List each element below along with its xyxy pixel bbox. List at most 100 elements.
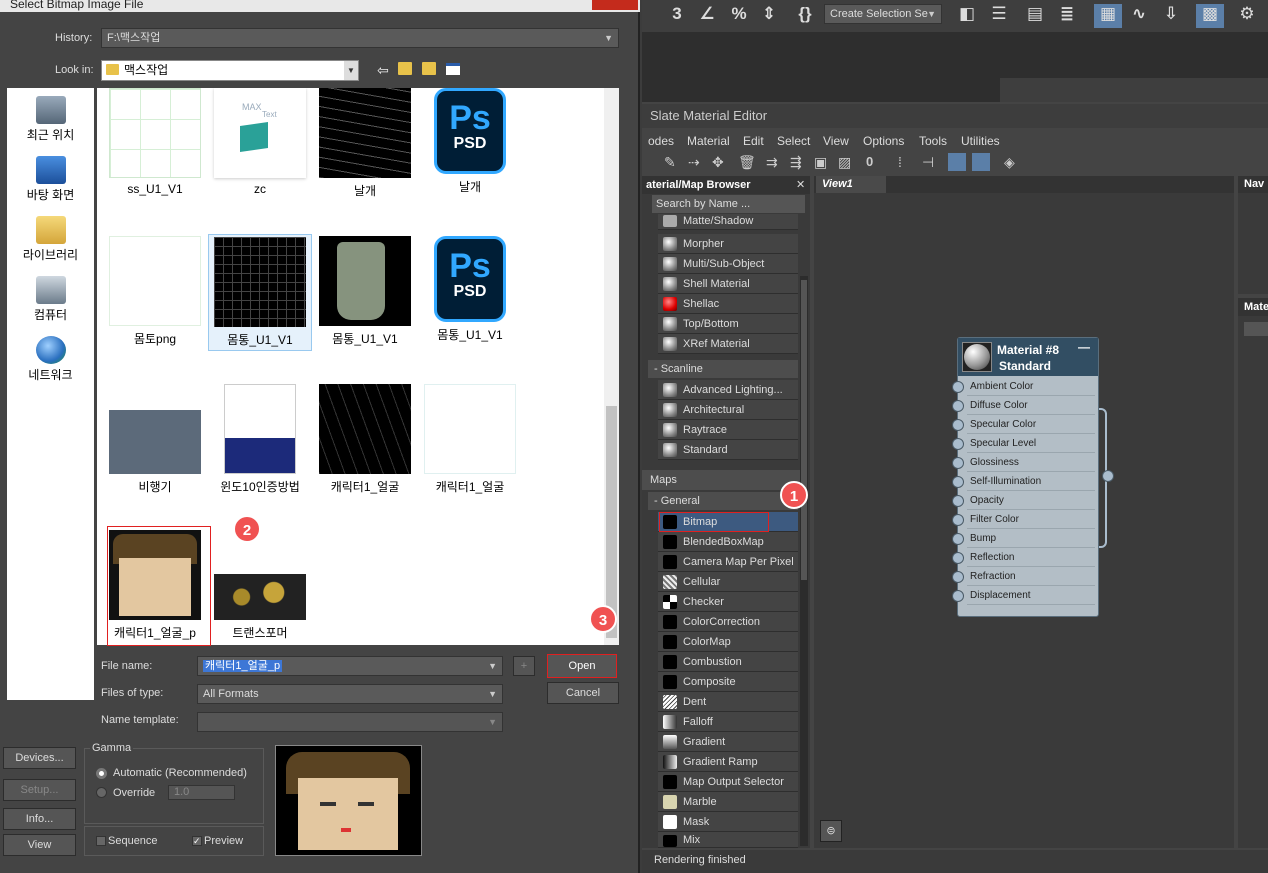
show-map-icon[interactable]: ▣ <box>814 154 827 171</box>
material-node-header[interactable]: Material #8 Standard — <box>958 338 1098 376</box>
browser-item[interactable]: Gradient Ramp <box>658 752 798 772</box>
dialog-close-button[interactable] <box>592 0 638 10</box>
input-socket[interactable] <box>952 400 964 412</box>
assign-icon[interactable]: ⇢ <box>688 154 700 171</box>
file-item-selected[interactable]: 몸통_U1_V1 <box>208 234 312 351</box>
filename-input[interactable]: 캐릭터1_얼굴_p ▼ <box>197 656 503 676</box>
back-arrow-icon[interactable]: ⇦ <box>377 62 389 79</box>
zero-icon[interactable]: 0 <box>866 154 873 169</box>
browser-item[interactable]: Multi/Sub-Object <box>658 254 798 274</box>
menu-modes[interactable]: odes <box>648 131 674 151</box>
menu-options[interactable]: Options <box>863 131 904 151</box>
place-libraries[interactable]: 라이브러리 <box>7 216 94 263</box>
browser-item[interactable]: Morpher <box>658 234 798 254</box>
new-folder-icon[interactable] <box>422 62 436 75</box>
browser-item[interactable]: XRef Material <box>658 334 798 354</box>
up-folder-icon[interactable] <box>398 62 412 75</box>
browser-item[interactable]: Shellac <box>658 294 798 314</box>
slot-filter-color[interactable]: Filter Color <box>967 511 1095 529</box>
devices-button[interactable]: Devices... <box>3 747 76 769</box>
background-icon[interactable]: ▨ <box>838 154 851 171</box>
browser-item[interactable]: Composite <box>658 672 798 692</box>
menu-utilities[interactable]: Utilities <box>961 131 1000 151</box>
browser-item[interactable]: Cellular <box>658 572 798 592</box>
input-socket[interactable] <box>952 381 964 393</box>
input-socket[interactable] <box>952 438 964 450</box>
override-spinner[interactable]: 1.0 <box>168 785 235 800</box>
slot-displacement[interactable]: Displacement <box>967 587 1095 605</box>
browser-item[interactable]: Dent <box>658 692 798 712</box>
general-section[interactable]: - General <box>648 492 798 510</box>
input-socket[interactable] <box>952 552 964 564</box>
file-item[interactable]: 날개 <box>313 88 417 199</box>
slot-refraction[interactable]: Refraction <box>967 568 1095 586</box>
parameter-field[interactable] <box>1244 322 1268 336</box>
slot-specular-color[interactable]: Specular Color <box>967 416 1095 434</box>
menu-material[interactable]: Material <box>687 131 730 151</box>
delete-icon[interactable]: 🗑 <box>738 154 756 171</box>
nametemplate-dropdown[interactable]: ▼ <box>197 712 503 732</box>
slot-ambient[interactable]: Ambient Color <box>967 378 1095 396</box>
slot-diffuse[interactable]: Diffuse Color <box>967 397 1095 415</box>
browser-item[interactable]: Camera Map Per Pixel <box>658 552 798 572</box>
automatic-radio[interactable] <box>96 768 107 779</box>
browser-item[interactable]: Mask <box>658 812 798 832</box>
file-item[interactable]: 트랜스포머 <box>208 530 312 641</box>
lookin-dropdown[interactable]: 맥스작업 ▼ <box>101 60 359 81</box>
create-selection-set-dropdown[interactable]: Create Selection Se ▼ <box>824 4 942 24</box>
eyedropper-icon[interactable]: ✎ <box>664 154 676 171</box>
input-socket[interactable] <box>952 476 964 488</box>
history-dropdown[interactable]: F:\맥스작업 ▼ <box>101 28 619 48</box>
browser-item[interactable]: BlendedBoxMap <box>658 532 798 552</box>
browser-item[interactable]: Top/Bottom <box>658 314 798 334</box>
plus-button[interactable]: + <box>513 656 535 676</box>
select-by-material-icon[interactable]: ◈ <box>1004 154 1015 171</box>
view-menu-icon[interactable] <box>446 63 460 75</box>
menu-select[interactable]: Select <box>777 131 810 151</box>
place-network[interactable]: 네트워크 <box>7 336 94 383</box>
spinner-snap-icon[interactable]: ⇕ <box>756 4 782 28</box>
slot-bump[interactable]: Bump <box>967 530 1095 548</box>
input-socket[interactable] <box>952 533 964 545</box>
slot-self-illumination[interactable]: Self-Illumination <box>967 473 1095 491</box>
layout-children-icon[interactable]: ⊣ <box>922 154 934 171</box>
close-icon[interactable]: ✕ <box>796 178 805 191</box>
scene-explorer-icon[interactable]: ▤ <box>1022 4 1048 28</box>
browser-item[interactable]: Checker <box>658 592 798 612</box>
mirror-icon[interactable]: ◧ <box>954 4 980 28</box>
browser-item[interactable]: Matte/Shadow <box>658 214 798 230</box>
info-button[interactable]: Info... <box>3 808 76 830</box>
collapse-icon[interactable]: — <box>1078 340 1090 354</box>
place-recent[interactable]: 최근 위치 <box>7 96 94 143</box>
render-setup-icon[interactable]: ⚙ <box>1234 4 1260 28</box>
place-desktop[interactable]: 바탕 화면 <box>7 156 94 203</box>
browser-item[interactable]: Architectural <box>658 400 798 420</box>
menu-edit[interactable]: Edit <box>743 131 764 151</box>
slot-opacity[interactable]: Opacity <box>967 492 1095 510</box>
maps-rollout[interactable]: Maps <box>642 470 800 490</box>
browser-item[interactable]: Advanced Lighting... <box>658 380 798 400</box>
menu-view[interactable]: View <box>823 131 849 151</box>
file-item[interactable]: ss_U1_V1 <box>103 88 207 196</box>
curve-editor-icon[interactable]: ∿ <box>1126 4 1152 28</box>
slot-specular-level[interactable]: Specular Level <box>967 435 1095 453</box>
input-socket[interactable] <box>952 514 964 526</box>
layer-explorer-icon[interactable]: ≣ <box>1054 4 1080 28</box>
file-item[interactable]: Ps PSD 날개 <box>418 88 522 195</box>
angle-snap-icon[interactable]: ∠ <box>694 4 720 28</box>
browser-scrollbar-thumb[interactable] <box>801 280 807 580</box>
layout-all-icon[interactable]: ⁞ <box>898 154 902 170</box>
scanline-section[interactable]: - Scanline <box>648 360 798 378</box>
snap-3d-icon[interactable]: 3 <box>664 4 690 28</box>
schematic-view-icon[interactable]: ⇩ <box>1158 4 1184 28</box>
preview-checkbox[interactable]: ✓ <box>192 836 202 846</box>
input-socket[interactable] <box>952 590 964 602</box>
filetype-dropdown[interactable]: All Formats ▼ <box>197 684 503 704</box>
browser-item[interactable]: Shell Material <box>658 274 798 294</box>
file-item[interactable]: Ps PSD 몸통_U1_V1 <box>418 236 522 343</box>
override-radio[interactable] <box>96 787 107 798</box>
layout-icon[interactable]: ⇶ <box>790 154 802 171</box>
setup-button[interactable]: Setup... <box>3 779 76 801</box>
browser-item[interactable]: Map Output Selector <box>658 772 798 792</box>
file-list-scrollbar-thumb[interactable] <box>606 406 617 638</box>
